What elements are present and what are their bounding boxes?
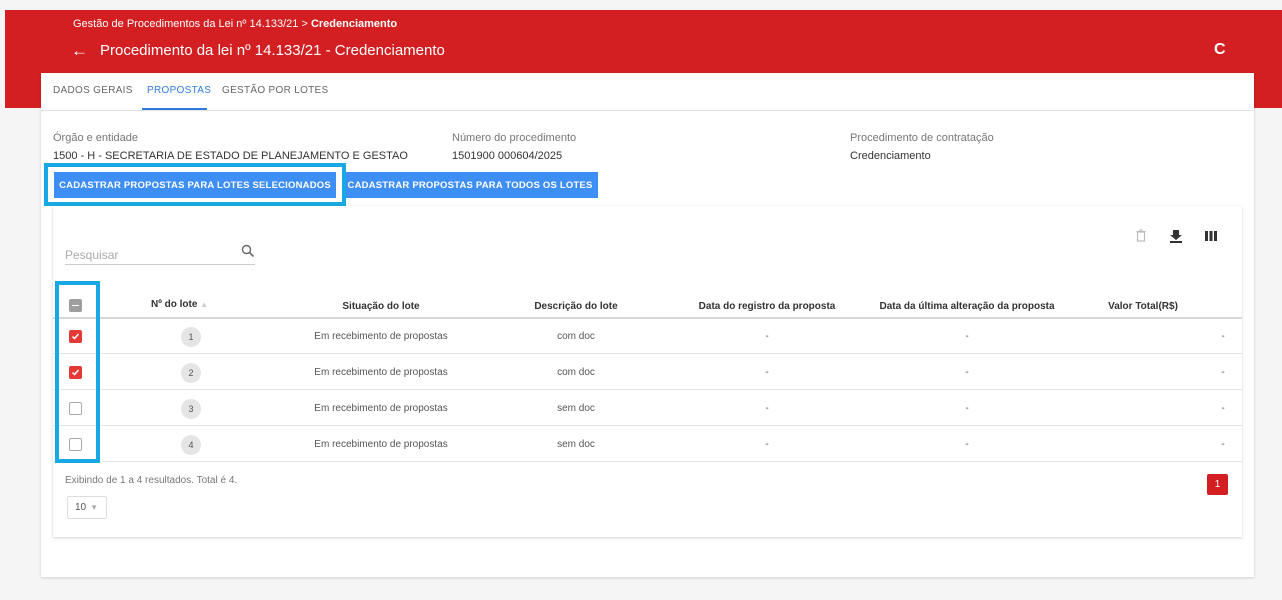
- column-header-valor-total[interactable]: Valor Total(R$): [1053, 301, 1233, 312]
- results-summary: Exibindo de 1 a 4 resultados. Total é 4.: [65, 475, 238, 486]
- situacao-cell: Em recebimento de propostas: [314, 367, 448, 378]
- descricao-cell: com doc: [557, 367, 595, 378]
- checkbox-column-highlight: [55, 281, 100, 463]
- selected-lots-highlight: [44, 163, 346, 206]
- search-icon[interactable]: [241, 244, 255, 258]
- lote-cell: 4: [171, 427, 211, 462]
- situacao-cell: Em recebimento de propostas: [314, 403, 448, 414]
- lote-number-badge: 4: [181, 434, 201, 455]
- tab-propostas[interactable]: PROPOSTAS: [147, 85, 211, 96]
- procedimento-label: Procedimento de contratação: [850, 132, 994, 144]
- table-row[interactable]: 4 Em recebimento de propostas sem doc - …: [53, 427, 1242, 462]
- breadcrumb-parent[interactable]: Gestão de Procedimentos da Lei nº 14.133…: [73, 18, 311, 30]
- sort-indicator[interactable]: ▲: [200, 300, 208, 309]
- active-tab-indicator: [142, 108, 207, 110]
- table-row[interactable]: 1 Em recebimento de propostas com doc - …: [53, 319, 1242, 354]
- valor-total-cell: -: [1221, 439, 1225, 450]
- tab-dados-gerais[interactable]: DADOS GERAIS: [53, 85, 133, 96]
- lots-table-card: Pesquisar Nº do lote ▲ Situação do lote …: [53, 206, 1242, 537]
- numero-label: Número do procedimento: [452, 132, 577, 144]
- descricao-cell: sem doc: [557, 403, 595, 414]
- tab-bar: DADOS GERAIS PROPOSTAS GESTÃO POR LOTES: [41, 73, 1254, 111]
- lote-number-badge: 1: [181, 326, 201, 347]
- descricao-cell: com doc: [557, 331, 595, 342]
- column-header-label: Nº do lote: [151, 299, 198, 310]
- data-alteracao-cell: -: [965, 367, 969, 378]
- lote-cell: 3: [171, 391, 211, 426]
- column-header-situacao[interactable]: Situação do lote: [291, 301, 471, 312]
- breadcrumb-current: Credenciamento: [310, 18, 398, 30]
- situacao-cell: Em recebimento de propostas: [314, 331, 448, 342]
- valor-total-cell: -: [1221, 403, 1225, 414]
- breadcrumb: Gestão de Procedimentos da Lei nº 14.133…: [73, 18, 397, 30]
- page-button-1[interactable]: 1: [1207, 474, 1228, 495]
- register-all-lots-button[interactable]: CADASTRAR PROPOSTAS PARA TODOS OS LOTES: [342, 172, 598, 198]
- refresh-icon[interactable]: C: [1214, 41, 1226, 59]
- numero-value: 1501900 000604/2025: [452, 150, 563, 162]
- page-size-value: 10: [75, 502, 87, 513]
- search-field[interactable]: Pesquisar: [65, 244, 255, 265]
- table-row[interactable]: 3 Em recebimento de propostas sem doc - …: [53, 391, 1242, 426]
- descricao-cell: sem doc: [557, 439, 595, 450]
- orgao-value: 1500 - H - SECRETARIA DE ESTADO DE PLANE…: [53, 150, 408, 162]
- page-title: Procedimento da lei nº 14.133/21 - Crede…: [100, 42, 445, 59]
- data-alteracao-cell: -: [965, 439, 969, 450]
- chevron-down-icon: ▼: [90, 503, 99, 512]
- column-header-numero-lote[interactable]: Nº do lote ▲: [151, 299, 208, 310]
- procedimento-value: Credenciamento: [850, 150, 931, 162]
- orgao-label: Órgão e entidade: [53, 132, 139, 144]
- situacao-cell: Em recebimento de propostas: [314, 439, 448, 450]
- back-arrow-icon[interactable]: ←: [71, 41, 88, 61]
- table-row[interactable]: 2 Em recebimento de propostas com doc - …: [53, 355, 1242, 390]
- download-icon[interactable]: [1169, 229, 1183, 243]
- columns-icon[interactable]: [1204, 229, 1218, 243]
- column-header-descricao[interactable]: Descrição do lote: [486, 301, 666, 312]
- lote-number-badge: 3: [181, 398, 201, 419]
- lote-number-badge: 2: [181, 362, 201, 383]
- lote-cell: 2: [171, 355, 211, 390]
- page-size-select[interactable]: 10 ▼: [67, 496, 107, 519]
- main-card: DADOS GERAIS PROPOSTAS GESTÃO POR LOTES …: [41, 73, 1254, 577]
- search-input[interactable]: Pesquisar: [65, 248, 118, 262]
- valor-total-cell: -: [1221, 331, 1225, 342]
- tab-gestao-por-lotes[interactable]: GESTÃO POR LOTES: [222, 85, 329, 96]
- data-alteracao-cell: -: [965, 331, 969, 342]
- data-alteracao-cell: -: [965, 403, 969, 414]
- trash-icon[interactable]: [1134, 229, 1148, 243]
- valor-total-cell: -: [1221, 367, 1225, 378]
- lote-cell: 1: [171, 319, 211, 354]
